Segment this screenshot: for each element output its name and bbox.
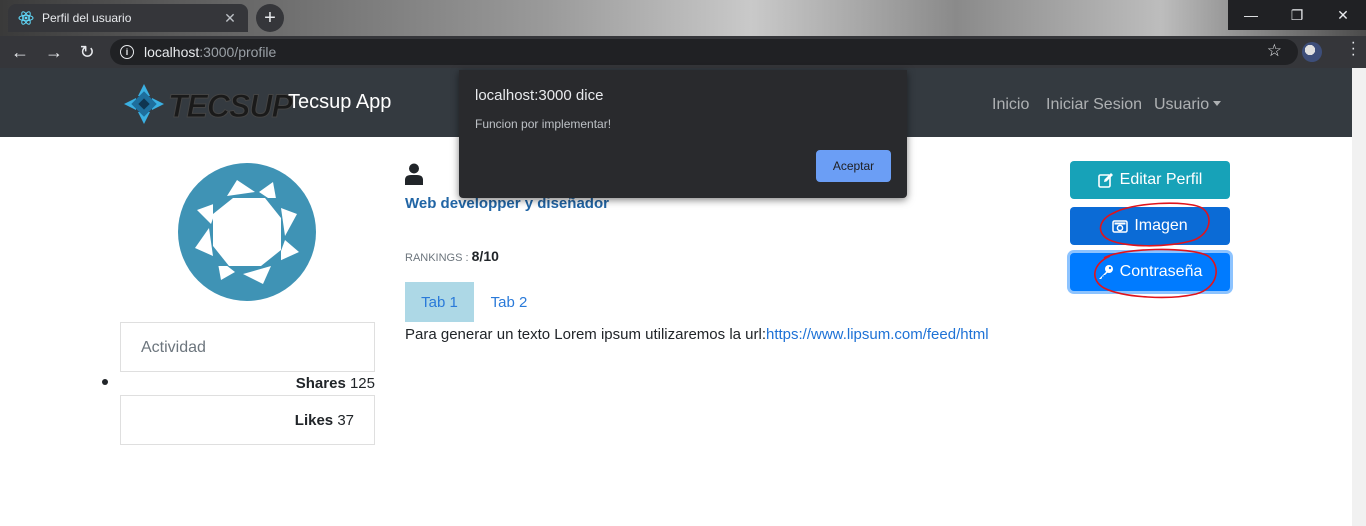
url-host: localhost: [144, 44, 200, 60]
tab-1[interactable]: Tab 1: [405, 282, 474, 322]
forward-icon[interactable]: →: [42, 40, 66, 64]
profile-avatar-icon[interactable]: [1302, 42, 1322, 62]
shares-stat: Shares 125: [120, 375, 375, 392]
brand-name[interactable]: Tecsup App: [288, 91, 391, 114]
browser-toolbar: ← → ↻ i localhost:3000/profile: [0, 36, 1366, 68]
tecsup-logo[interactable]: [120, 80, 168, 128]
new-tab-icon[interactable]: +: [256, 4, 284, 32]
lorem-paragraph: Para generar un texto Lorem ipsum utiliz…: [405, 326, 989, 343]
nav-dropdown-label: Usuario: [1154, 96, 1210, 113]
likes-value: 37: [337, 412, 354, 429]
likes-stat: Likes 37: [120, 395, 375, 445]
info-icon[interactable]: i: [120, 45, 134, 59]
nav-link-iniciar-sesion[interactable]: Iniciar Sesion: [1046, 96, 1142, 114]
address-bar[interactable]: i localhost:3000/profile: [110, 39, 1298, 65]
close-tab-icon[interactable]: ✕: [222, 10, 238, 27]
shares-label: Shares: [295, 375, 346, 392]
close-window-icon[interactable]: ✕: [1320, 0, 1366, 30]
minimize-icon[interactable]: —: [1228, 0, 1274, 30]
nav-link-inicio[interactable]: Inicio: [992, 96, 1029, 114]
shares-value: 125: [349, 375, 375, 392]
lorem-text: Para generar un texto Lorem ipsum utiliz…: [405, 326, 766, 343]
star-icon[interactable]: ☆: [1267, 41, 1282, 61]
edit-profile-label: Editar Perfil: [1119, 171, 1203, 188]
rankings: RANKINGS : 8/10: [405, 248, 499, 264]
profile-picture: [178, 163, 316, 301]
restore-icon[interactable]: ❐: [1274, 0, 1320, 30]
image-button[interactable]: Imagen: [1070, 207, 1230, 245]
activity-header: Actividad: [120, 322, 375, 372]
caret-down-icon: [1213, 101, 1222, 106]
user-icon: [405, 163, 423, 185]
dialog-title: localhost:3000 dice: [475, 87, 604, 104]
reload-icon[interactable]: ↻: [75, 40, 99, 64]
likes-label: Likes: [294, 412, 334, 429]
edit-profile-button[interactable]: Editar Perfil: [1070, 161, 1230, 199]
browser-titlebar: Perfil del usuario ✕ + — ❐ ✕: [0, 0, 1366, 36]
back-icon[interactable]: ←: [8, 40, 32, 64]
brand-wordmark: TECSUP: [168, 88, 294, 125]
dialog-accept-button[interactable]: Aceptar: [816, 150, 891, 182]
url-path: :3000/profile: [199, 44, 277, 60]
browser-tab[interactable]: Perfil del usuario ✕: [8, 4, 248, 32]
lipsum-link[interactable]: https://www.lipsum.com/feed/html: [766, 326, 989, 343]
alert-dialog: localhost:3000 dice Funcion por implemen…: [459, 70, 907, 198]
tab-title: Perfil del usuario: [42, 11, 132, 25]
nav-dropdown-usuario[interactable]: Usuario: [1154, 96, 1222, 114]
image-label: Imagen: [1134, 217, 1188, 234]
menu-icon[interactable]: · · ·: [1351, 35, 1356, 63]
rankings-label: RANKINGS :: [405, 252, 469, 264]
key-icon: [1098, 265, 1113, 279]
camera-icon: [1112, 220, 1129, 233]
password-label: Contraseña: [1119, 263, 1203, 280]
list-bullet: [102, 379, 108, 385]
tab-2[interactable]: Tab 2: [474, 282, 544, 322]
edit-icon: [1097, 173, 1113, 188]
dialog-message: Funcion por implementar!: [475, 117, 612, 131]
react-favicon-icon: [18, 11, 34, 25]
password-button[interactable]: Contraseña: [1070, 253, 1230, 291]
rankings-value: 8/10: [471, 248, 499, 264]
page-scrollbar[interactable]: [1352, 68, 1366, 526]
